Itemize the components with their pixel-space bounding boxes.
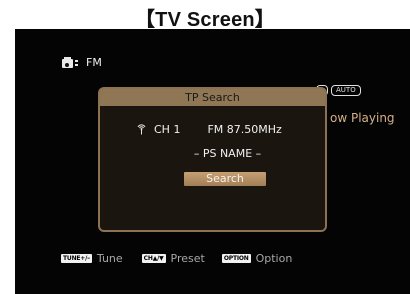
option-label: Option: [255, 252, 293, 265]
screen-caption: 【TV Screen】: [134, 9, 276, 31]
source-indicator: FM: [62, 55, 102, 69]
preset-label: Preset: [170, 252, 205, 265]
tune-key-icon: TUNE+/–: [61, 254, 92, 263]
channel-label: CH 1: [154, 123, 181, 136]
option-key-icon: OPTION: [221, 254, 251, 263]
tv-screen: FM AUTO ow Playing TP Search CH 1 FM 87.…: [15, 29, 410, 294]
source-label: FM: [86, 55, 102, 69]
now-playing-label: ow Playing: [330, 111, 395, 125]
radio-icon: [62, 56, 80, 68]
search-button[interactable]: Search: [184, 172, 266, 186]
frequency-label: FM 87.50MHz: [207, 123, 282, 136]
tune-label: Tune: [96, 252, 123, 265]
status-pill-auto: AUTO: [331, 85, 361, 96]
button-legend: TUNE+/– Tune CH▲/▼ Preset OPTION Option: [61, 252, 292, 265]
preset-key-icon: CH▲/▼: [141, 254, 166, 263]
dialog-title: TP Search: [100, 89, 325, 106]
signal-icon: [137, 124, 146, 135]
channel-row: CH 1 FM 87.50MHz: [137, 123, 282, 136]
tp-search-dialog: TP Search CH 1 FM 87.50MHz – PS NAME – S…: [98, 87, 327, 232]
ps-name-label: – PS NAME –: [193, 147, 262, 160]
